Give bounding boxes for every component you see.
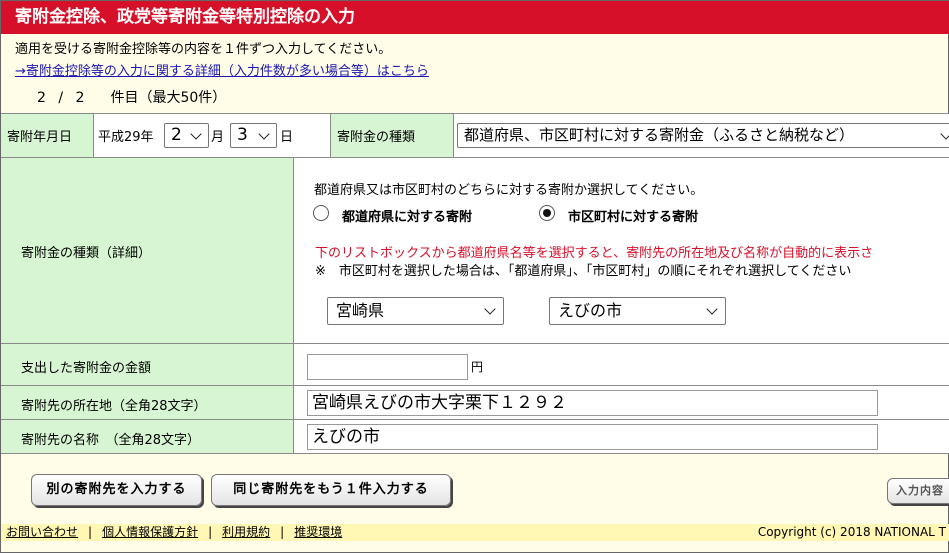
address-cell: 宮崎県えびの市大字栗下１２９２	[294, 386, 949, 420]
footer-terms-link[interactable]: 利用規約	[222, 525, 270, 539]
radio-city-label: 市区町村に対する寄附	[568, 210, 699, 225]
chevron-down-icon	[190, 128, 202, 140]
date-cell: 平成29年 2 月 3 日	[94, 114, 331, 158]
day-unit: 日	[280, 130, 294, 145]
city-value: えびの市	[558, 301, 623, 320]
era-label: 平成29年	[98, 130, 154, 145]
entry-counter: 2 / 2 件目（最大50件）	[37, 87, 226, 107]
city-select[interactable]: えびの市	[549, 297, 726, 325]
confirm-input-button[interactable]: 入力内容	[887, 478, 949, 504]
radio-city[interactable]	[539, 205, 555, 221]
add-other-donee-button[interactable]: 別の寄附先を入力する	[31, 474, 202, 506]
footer: お問い合わせ | 個人情報保護方針 | 利用規約 | 推奨環境 Copyright (c) …	[1, 524, 949, 541]
day-value: 3	[237, 125, 248, 145]
date-label: 寄附年月日	[1, 114, 94, 158]
detail-cell: 都道府県又は市区町村のどちらに対する寄附か選択してください。 都道府県に対する寄…	[294, 158, 949, 344]
add-same-donee-button[interactable]: 同じ寄附先をもう１件入力する	[211, 474, 451, 506]
month-select[interactable]: 2	[164, 123, 209, 148]
counter-total: 2	[75, 90, 89, 106]
detail-link[interactable]: →寄附金控除等の入力に関する詳細（入力件数が多い場合等）はこちら	[15, 60, 429, 79]
day-select[interactable]: 3	[230, 123, 277, 148]
radio-prefecture[interactable]	[313, 205, 329, 221]
auto-fill-note: 下のリストボックスから都道府県名等を選択すると、寄附先の所在地及び名称が自動的に…	[315, 246, 874, 261]
city-order-note: ※ 市区町村を選択した場合は、「都道府県」、「市区町村」の順にそれぞれ選択してく…	[315, 264, 852, 279]
chevron-down-icon	[940, 128, 949, 140]
detail-label: 寄附金の種類（詳細）	[1, 158, 294, 344]
name-cell: えびの市	[294, 420, 949, 454]
counter-current: 2	[37, 90, 50, 106]
amount-cell: 円	[294, 344, 949, 386]
chevron-down-icon	[258, 128, 270, 140]
prefecture-value: 宮崎県	[336, 301, 385, 320]
month-unit: 月	[211, 130, 225, 145]
address-label: 寄附先の所在地（全角28文字）	[1, 386, 294, 420]
amount-input[interactable]	[307, 354, 468, 380]
footer-env-link[interactable]: 推奨環境	[294, 525, 342, 539]
donation-form: 寄附年月日 平成29年 2 月 3 日 寄附金の種類 都道府県、市区町村に対する…	[1, 113, 949, 454]
footer-contact-link[interactable]: お問い合わせ	[6, 525, 78, 539]
donation-type-value: 都道府県、市区町村に対する寄附金（ふるさと納税など）	[464, 126, 855, 144]
chevron-down-icon	[484, 303, 496, 315]
counter-suffix: 件目（最大50件）	[110, 90, 227, 106]
address-input[interactable]: 宮崎県えびの市大字栗下１２９２	[307, 390, 878, 416]
type-label: 寄附金の種類	[331, 114, 454, 158]
chevron-down-icon	[706, 303, 718, 315]
page-title: 寄附金控除、政党等寄附金等特別控除の入力	[1, 1, 949, 34]
name-label: 寄附先の名称 （全角28文字）	[1, 420, 294, 454]
detail-prompt: 都道府県又は市区町村のどちらに対する寄附か選択してください。	[314, 183, 704, 198]
amount-unit: 円	[471, 360, 484, 374]
footer-privacy-link[interactable]: 個人情報保護方針	[102, 525, 198, 539]
counter-numbers: 2 / 2	[37, 90, 88, 106]
month-value: 2	[171, 125, 182, 145]
name-input[interactable]: えびの市	[307, 424, 878, 450]
radio-prefecture-label: 都道府県に対する寄附	[342, 210, 473, 225]
copyright: Copyright (c) 2018 NATIONAL T	[757, 525, 946, 539]
donation-type-select[interactable]: 都道府県、市区町村に対する寄附金（ふるさと納税など）	[457, 123, 949, 148]
prefecture-select[interactable]: 宮崎県	[327, 297, 504, 325]
type-cell: 都道府県、市区町村に対する寄附金（ふるさと納税など）	[454, 114, 949, 158]
amount-label: 支出した寄附金の金額	[1, 344, 294, 386]
intro-text: 適用を受ける寄附金控除等の内容を１件ずつ入力してください。	[15, 42, 392, 57]
counter-sep: /	[58, 90, 68, 106]
